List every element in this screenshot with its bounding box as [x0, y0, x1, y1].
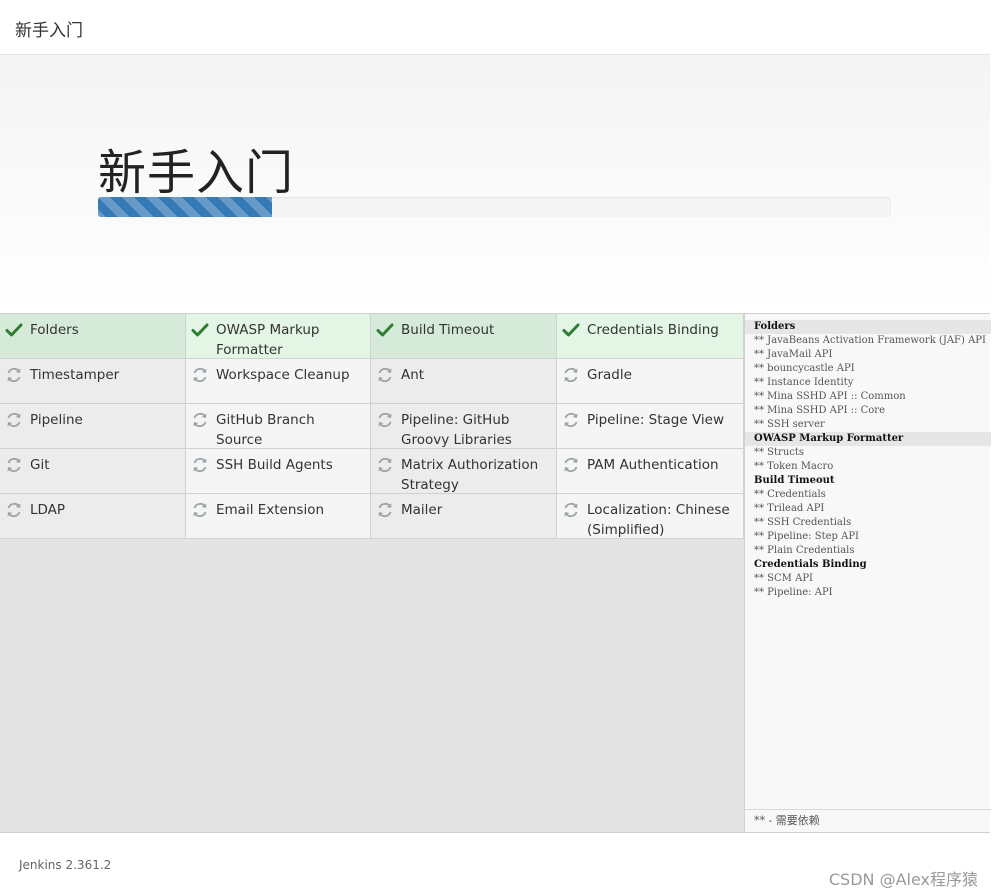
plugin-name: Timestamper [30, 367, 120, 383]
log-dependency-line: ** JavaMail API [754, 349, 833, 360]
check-icon [376, 321, 394, 339]
plugin-item: PAM Authentication [557, 449, 744, 494]
dialog-footer: Jenkins 2.361.2 CSDN @Alex程序猿 [0, 832, 990, 895]
log-dependency-line: ** Plain Credentials [754, 545, 855, 556]
plugin-install-grid-area: Folders OWASP Markup Formatter Build Timeo… [0, 313, 744, 832]
plugin-item: Git [0, 449, 186, 494]
plugin-item: Pipeline [0, 404, 186, 449]
refresh-icon [376, 411, 394, 429]
install-log-list: Folders ** JavaBeans Activation Framework… [745, 320, 991, 600]
check-icon [562, 321, 580, 339]
plugin-item: Workspace Cleanup [186, 359, 371, 404]
log-dependency-line: ** Trilead API [754, 503, 825, 514]
watermark: CSDN @Alex程序猿 [828, 870, 978, 889]
plugin-item: Localization: Chinese (Simplified) [557, 494, 744, 539]
log-dependency-line: ** SSH Credentials [754, 517, 852, 528]
install-log-panel[interactable]: Folders ** JavaBeans Activation Framework… [744, 313, 991, 832]
check-icon [191, 321, 209, 339]
log-dependency-line: ** Pipeline: Step API [754, 531, 859, 542]
plugin-name: Ant [401, 367, 425, 383]
plugin-name: Credentials Binding [587, 322, 719, 338]
plugin-name: GitHub Branch Source [216, 412, 315, 448]
refresh-icon [562, 411, 580, 429]
log-dependency-line: ** SSH server [754, 419, 825, 430]
plugin-name: Build Timeout [401, 322, 495, 338]
check-icon [5, 321, 23, 339]
plugin-name: LDAP [30, 502, 66, 518]
log-dependency-line: ** Instance Identity [754, 377, 854, 388]
plugin-name: Pipeline [30, 412, 83, 428]
refresh-icon [191, 501, 209, 519]
plugin-name: PAM Authentication [587, 457, 719, 473]
install-progress-bar [98, 197, 273, 217]
plugin-name: Matrix Authorization Strategy [401, 457, 539, 493]
plugin-name: OWASP Markup Formatter [216, 322, 320, 358]
refresh-icon [5, 501, 23, 519]
plugin-name: Pipeline: Stage View [587, 412, 725, 428]
log-plugin-heading: Build Timeout [754, 475, 835, 486]
refresh-icon [376, 501, 394, 519]
plugin-item: GitHub Branch Source [186, 404, 371, 449]
log-dependency-line: ** Mina SSHD API :: Core [754, 405, 886, 416]
jenkins-version: Jenkins 2.361.2 [19, 858, 112, 872]
plugin-item: Pipeline: GitHub Groovy Libraries [371, 404, 557, 449]
setup-wizard-dialog: 新手入门 新手入门 Folders OWASP Markup Formatter B… [0, 0, 991, 895]
log-dependency-line: ** Pipeline: API [754, 587, 833, 598]
refresh-icon [5, 411, 23, 429]
plugin-item: Timestamper [0, 359, 186, 404]
log-dependency-line: ** Structs [754, 447, 805, 458]
hero-section: 新手入门 [0, 55, 990, 313]
dialog-title: 新手入门 [15, 21, 83, 41]
plugin-name: SSH Build Agents [216, 457, 333, 473]
log-dependency-line: ** Mina SSHD API :: Common [754, 391, 906, 402]
refresh-icon [191, 366, 209, 384]
dialog-header: 新手入门 [0, 0, 990, 55]
log-dependency-line: ** JavaBeans Activation Framework (JAF) … [754, 335, 986, 346]
plugin-item: Gradle [557, 359, 744, 404]
refresh-icon [191, 456, 209, 474]
log-dependency-line: ** Credentials [754, 489, 826, 500]
plugin-item: Pipeline: Stage View [557, 404, 744, 449]
plugin-name: Folders [30, 322, 79, 338]
plugin-item: Email Extension [186, 494, 371, 539]
refresh-icon [562, 501, 580, 519]
plugin-item: Folders [0, 314, 186, 359]
refresh-icon [5, 456, 23, 474]
plugin-name: Pipeline: GitHub Groovy Libraries [401, 412, 512, 448]
plugin-item: Build Timeout [371, 314, 557, 359]
log-plugin-heading: Folders [745, 320, 991, 334]
log-dependency-line: ** bouncycastle API [754, 363, 855, 374]
refresh-icon [562, 456, 580, 474]
plugin-item: Ant [371, 359, 557, 404]
refresh-icon [562, 366, 580, 384]
plugin-item: LDAP [0, 494, 186, 539]
install-progress [98, 197, 891, 217]
plugin-item: OWASP Markup Formatter [186, 314, 371, 359]
refresh-icon [376, 366, 394, 384]
log-dependency-line: ** SCM API [754, 573, 813, 584]
plugin-grid: Folders OWASP Markup Formatter Build Timeo… [0, 314, 744, 539]
plugin-item: Matrix Authorization Strategy [371, 449, 557, 494]
log-plugin-heading: Credentials Binding [754, 559, 867, 570]
log-legend: ** - 需要依赖 [745, 809, 991, 832]
plugin-name: Localization: Chinese (Simplified) [587, 502, 730, 538]
plugin-name: Mailer [401, 502, 443, 518]
plugin-item: Credentials Binding [557, 314, 744, 359]
log-dependency-line: ** Token Macro [754, 461, 834, 472]
plugin-item: Mailer [371, 494, 557, 539]
plugin-name: Git [30, 457, 50, 473]
plugin-name: Workspace Cleanup [216, 367, 350, 383]
refresh-icon [5, 366, 23, 384]
log-plugin-heading: OWASP Markup Formatter [745, 432, 991, 446]
plugin-item: SSH Build Agents [186, 449, 371, 494]
refresh-icon [376, 456, 394, 474]
page-title: 新手入门 [98, 145, 295, 201]
plugin-name: Email Extension [216, 502, 325, 518]
plugin-name: Gradle [587, 367, 632, 383]
refresh-icon [191, 411, 209, 429]
